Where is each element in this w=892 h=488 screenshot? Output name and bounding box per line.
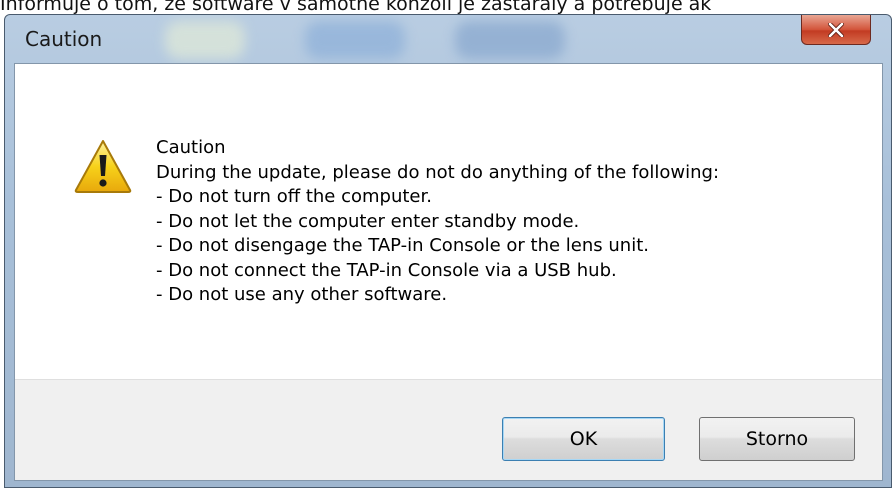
message-item: - Do not let the computer enter standby … (156, 210, 580, 232)
title-bar[interactable]: Caution (5, 15, 891, 63)
cancel-button[interactable]: Storno (699, 417, 855, 461)
message-item: - Do not connect the TAP-in Console via … (156, 259, 617, 281)
message-item: - Do not turn off the computer. (156, 186, 432, 207)
close-button[interactable] (801, 15, 871, 45)
ok-button[interactable]: OK (502, 417, 665, 461)
button-bar: OK Storno (15, 379, 882, 480)
close-icon (828, 22, 844, 37)
message-item: - Do not use any other software. (156, 284, 448, 305)
window-title: Caution (25, 27, 103, 51)
titlebar-glass-reflection (455, 21, 565, 59)
caution-dialog-window: Caution Caution During the update, pleas… (4, 14, 892, 488)
message-intro: During the update, please do not do anyt… (156, 161, 720, 183)
message-item: - Do not disengage the TAP-in Console or… (156, 235, 649, 256)
warning-triangle-icon (74, 140, 132, 193)
dialog-message: Caution During the update, please do not… (156, 136, 719, 308)
dialog-client-area: Caution During the update, please do not… (14, 63, 883, 481)
titlebar-glass-reflection (305, 21, 405, 59)
message-heading: Caution (156, 137, 226, 158)
titlebar-glass-reflection (165, 21, 245, 59)
message-area: Caution During the update, please do not… (15, 64, 882, 379)
